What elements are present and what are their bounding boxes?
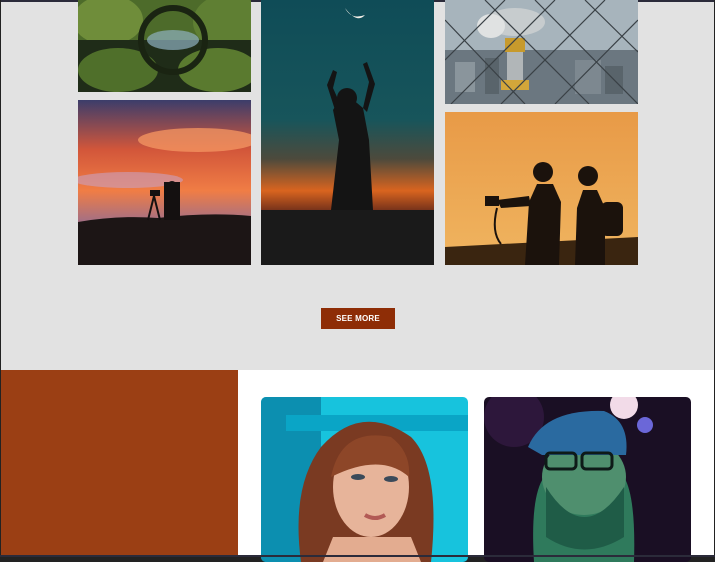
gallery-photo-lake-reflection[interactable] (78, 0, 251, 92)
photo-gallery-section: SEE MORE (1, 0, 714, 370)
gallery-photo-city-telescope[interactable] (445, 0, 638, 104)
team-card-portrait-woman[interactable] (261, 397, 468, 562)
team-section (1, 370, 714, 562)
team-card-portrait-bearded-man[interactable] (484, 397, 691, 562)
gallery-photo-sunset-photographer[interactable] (78, 100, 251, 265)
gallery-photo-two-photographers[interactable] (445, 112, 638, 265)
gallery-photo-moon-silhouette[interactable] (261, 0, 434, 265)
see-more-button[interactable]: SEE MORE (321, 308, 395, 329)
team-accent-panel (1, 370, 238, 556)
